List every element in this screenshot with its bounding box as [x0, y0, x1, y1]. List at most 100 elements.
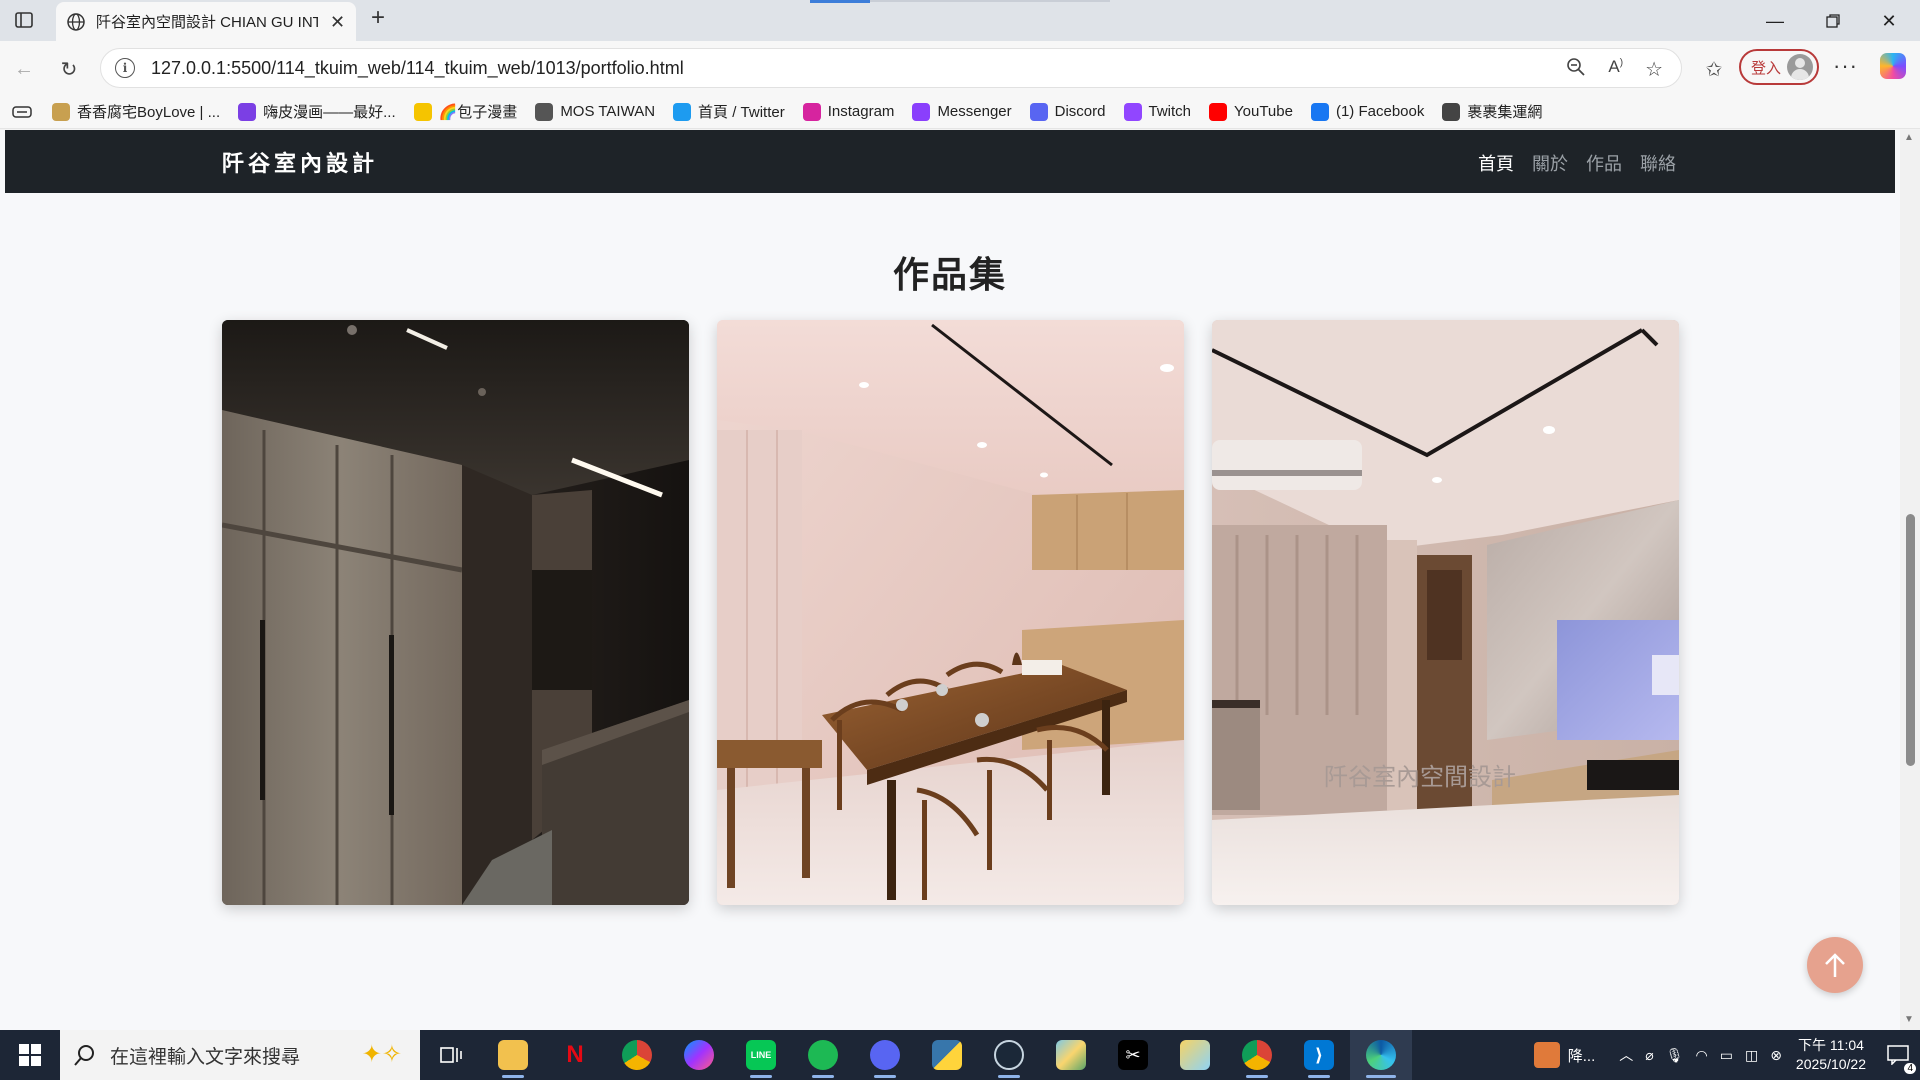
bookmark-item[interactable]: Discord: [1029, 102, 1106, 121]
chevron-up-icon[interactable]: ︿: [1619, 1045, 1633, 1065]
capcut-icon[interactable]: ✂: [1102, 1030, 1164, 1080]
favorites-icon[interactable]: ✩: [1700, 55, 1728, 83]
portfolio-image-dining[interactable]: [717, 320, 1184, 905]
favorite-star-icon[interactable]: ☆: [1645, 57, 1663, 83]
minimize-button[interactable]: —: [1752, 8, 1798, 34]
bookmark-item[interactable]: 首頁 / Twitter: [673, 101, 785, 122]
scroll-up-icon[interactable]: ▲: [1904, 132, 1914, 143]
site-info-icon[interactable]: i: [115, 58, 135, 78]
cube-app-icon[interactable]: [1040, 1030, 1102, 1080]
zoom-out-icon[interactable]: [1566, 57, 1586, 83]
watermark-text: 阡谷室內空間設計: [1324, 763, 1516, 791]
site-brand[interactable]: 阡谷室內設計: [222, 146, 378, 178]
system-tray: 降... ︿ ⌀ 🎙 ◠ ▭ ◫ ⊗ 下午 11:04 2025/10/22 4: [1533, 1030, 1920, 1080]
nav-link-works[interactable]: 作品: [1586, 150, 1622, 176]
messenger-app-icon[interactable]: [668, 1030, 730, 1080]
bookmark-item[interactable]: 🌈包子漫畫: [413, 101, 517, 122]
youtube-icon: [1209, 102, 1228, 121]
reading-mode-icon[interactable]: [10, 103, 34, 121]
wifi-icon[interactable]: ◠: [1696, 1047, 1708, 1064]
chrome-profile-icon[interactable]: [1226, 1030, 1288, 1080]
portfolio-image-wardrobe[interactable]: [222, 320, 689, 905]
weather-icon[interactable]: [1533, 1042, 1560, 1068]
file-explorer-icon[interactable]: [482, 1030, 544, 1080]
bookmark-item[interactable]: 裹裹集運網: [1442, 101, 1542, 122]
muted-icon[interactable]: ⊗: [1770, 1047, 1782, 1064]
copilot-icon[interactable]: [1880, 53, 1906, 79]
task-view-icon[interactable]: [420, 1030, 482, 1080]
avatar: [1787, 54, 1813, 80]
page-scrollbar[interactable]: ▲ ▼: [1900, 130, 1920, 1030]
back-arrow-icon[interactable]: ←: [10, 55, 38, 83]
spotify-icon[interactable]: [792, 1030, 854, 1080]
messenger-icon: [912, 102, 931, 121]
nav-link-home[interactable]: 首頁: [1478, 150, 1514, 176]
instagram-icon: [802, 102, 821, 121]
bookmark-item[interactable]: (1) Facebook: [1310, 102, 1425, 121]
netflix-icon[interactable]: N: [544, 1030, 606, 1080]
facebook-icon: [1310, 102, 1329, 121]
scroll-down-icon[interactable]: ▼: [1904, 1014, 1914, 1025]
login-label: 登入: [1751, 59, 1782, 77]
portfolio-gallery: 阡谷室內空間設計: [222, 320, 1681, 905]
restore-button[interactable]: [1810, 8, 1856, 34]
windows-start-button[interactable]: [0, 1030, 60, 1080]
nav-link-contact[interactable]: 聯絡: [1640, 150, 1676, 176]
bookmark-item[interactable]: YouTube: [1209, 102, 1293, 121]
sparkle-icon: ✦✧: [361, 1041, 402, 1068]
portfolio-image-living[interactable]: 阡谷室內空間設計: [1212, 320, 1679, 905]
close-window-button[interactable]: ✕: [1866, 8, 1912, 34]
chrome-icon[interactable]: [606, 1030, 668, 1080]
address-bar[interactable]: i 127.0.0.1:5500/114_tkuim_web/114_tkuim…: [100, 48, 1682, 88]
baozi-icon: [413, 102, 432, 121]
twitter-icon: [673, 102, 692, 121]
python-icon[interactable]: [916, 1030, 978, 1080]
bookmark-item[interactable]: Twitch: [1123, 102, 1191, 121]
bookmark-label: (1) Facebook: [1335, 103, 1425, 120]
mos-icon: [535, 102, 554, 121]
notifications-icon[interactable]: 4: [1876, 1030, 1920, 1080]
scroll-thumb[interactable]: [1906, 514, 1915, 766]
discord-icon: [1029, 102, 1048, 121]
bookmark-item[interactable]: MOS TAIWAN: [535, 102, 655, 121]
vscode-icon[interactable]: ⟩: [1288, 1030, 1350, 1080]
bookmark-label: Messenger: [937, 103, 1012, 120]
page-title: 作品集: [892, 254, 1007, 295]
bookmark-item[interactable]: Instagram: [802, 102, 895, 121]
nav-link-about[interactable]: 關於: [1532, 150, 1568, 176]
profile-button[interactable]: 登入: [1739, 49, 1819, 85]
address-toolbar: ← ↻ i 127.0.0.1:5500/114_tkuim_web/114_t…: [0, 41, 1920, 95]
weather-label[interactable]: 降...: [1568, 1045, 1596, 1066]
back-to-top-button[interactable]: [1807, 937, 1863, 993]
site-navbar: 阡谷室內設計 首頁 關於 作品 聯絡: [5, 130, 1895, 193]
refresh-icon[interactable]: ↻: [55, 55, 83, 83]
clock-date: 2025/10/22: [1795, 1056, 1866, 1072]
bookmark-item[interactable]: 嗨皮漫画——最好...: [238, 101, 396, 122]
system-clock[interactable]: 下午 11:04 2025/10/22: [1796, 1036, 1866, 1074]
line-icon[interactable]: LINE: [730, 1030, 792, 1080]
bookmarks-bar: 香香腐宅BoyLove | ... 嗨皮漫画——最好... 🌈包子漫畫 MOS TAI…: [0, 95, 1920, 129]
bookmark-label: Instagram: [827, 103, 895, 120]
battery-icon[interactable]: ▭: [1720, 1047, 1733, 1064]
taskbar-search[interactable]: 在這裡輸入文字來搜尋 ✦✧: [60, 1030, 420, 1080]
tab-actions-icon[interactable]: [10, 8, 38, 32]
more-options-icon[interactable]: ···: [1833, 53, 1858, 79]
search-icon: [74, 1045, 94, 1066]
read-aloud-icon[interactable]: A): [1608, 57, 1623, 83]
microphone-icon[interactable]: 🎙: [1666, 1047, 1684, 1064]
steam-icon[interactable]: [978, 1030, 1040, 1080]
edge-icon[interactable]: [1350, 1030, 1412, 1080]
url-text[interactable]: 127.0.0.1:5500/114_tkuim_web/114_tkuim_w…: [151, 58, 684, 79]
network-off-icon[interactable]: ⌀: [1645, 1047, 1653, 1064]
discord-app-icon[interactable]: [854, 1030, 916, 1080]
browser-tab-active[interactable]: 阡谷室內空間設計 CHIAN GU INT ✕: [56, 2, 356, 41]
close-tab-icon[interactable]: ✕: [330, 13, 345, 31]
browser-tab-bar: 阡谷室內空間設計 CHIAN GU INT ✕ + — ✕: [0, 0, 1920, 41]
page-viewport: 阡谷室內設計 首頁 關於 作品 聯絡 作品集 阡谷室內空間設計 ▲ ▼: [0, 130, 1920, 1030]
new-tab-button[interactable]: +: [364, 6, 392, 30]
speaker-icon[interactable]: ◫: [1745, 1047, 1758, 1064]
bookmark-item[interactable]: 香香腐宅BoyLove | ...: [52, 101, 220, 122]
bookmark-item[interactable]: Messenger: [912, 102, 1012, 121]
boylove-icon: [52, 102, 70, 121]
paint-app-icon[interactable]: [1164, 1030, 1226, 1080]
